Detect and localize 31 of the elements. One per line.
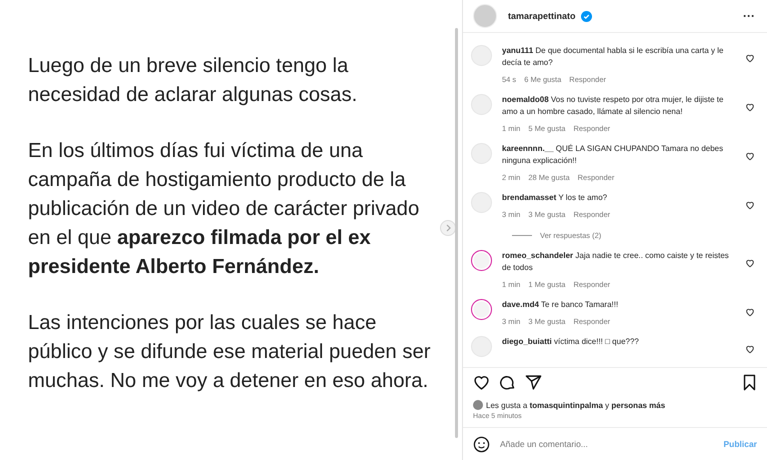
comment-text: dave.md4 Te re banco Tamara!!! bbox=[502, 299, 620, 311]
comment-text: diego_buiatti víctima dice!!! □ que??? bbox=[502, 336, 640, 348]
comment-text: brendamasset Y los te amo? bbox=[502, 192, 608, 204]
heart-icon[interactable] bbox=[473, 374, 490, 391]
likes-summary: Les gusta a tomasquintinpalma y personas más bbox=[486, 400, 666, 410]
liker-avatar[interactable] bbox=[473, 400, 483, 410]
comment-text: yanu111 De que documental habla si le escribía una carta y le decía te amo? bbox=[502, 45, 724, 69]
comment-text: romeo_schandeler Jaja nadie te cree.. como caiste y te reistes de todos bbox=[502, 250, 730, 274]
comment-icon[interactable] bbox=[499, 374, 516, 391]
emoji-icon[interactable] bbox=[473, 436, 490, 452]
post-paragraph: Luego de un breve silencio tengo la necesidad de aclarar algunas cosas. bbox=[28, 54, 358, 108]
scrollbar[interactable] bbox=[455, 28, 458, 438]
post-paragraph: En los últimos días fui víctima de una campaña de hostigamiento producto de la publicación de un video de carácter privado en el que aparezco filmada por el ex presidente Alberto Fernández. bbox=[28, 139, 420, 280]
publish-button[interactable]: Publicar bbox=[723, 439, 757, 449]
heart-icon[interactable] bbox=[745, 102, 755, 112]
heart-icon[interactable] bbox=[745, 258, 755, 268]
heart-icon[interactable] bbox=[745, 344, 755, 354]
bookmark-icon[interactable] bbox=[742, 374, 757, 391]
comment-text: noemaldo08 Vos no tuviste respeto por otra mujer, le dijiste te amo a un hombre casado, llámate al silencio nena! bbox=[502, 94, 724, 118]
share-icon[interactable] bbox=[525, 374, 542, 391]
heart-icon[interactable] bbox=[745, 151, 755, 161]
username[interactable]: tamarapettinato bbox=[508, 11, 576, 21]
heart-icon[interactable] bbox=[745, 200, 755, 210]
comment-input[interactable]: Añade un comentario... bbox=[498, 438, 716, 450]
commenter-avatar[interactable] bbox=[471, 250, 492, 271]
commenter-avatar[interactable] bbox=[471, 299, 492, 320]
more-options-button[interactable]: ··· bbox=[743, 9, 755, 23]
heart-icon[interactable] bbox=[745, 307, 755, 317]
heart-icon[interactable] bbox=[745, 53, 755, 63]
comment-text: kareennnn.__ QUÉ LA SIGAN CHUPANDO Tamara no debes ninguna explicación!! bbox=[502, 143, 724, 167]
post-paragraph: Las intenciones por las cuales se hace público y se difunde ese material pueden ser muchas. No me voy a detener en eso ahora. bbox=[28, 311, 432, 394]
